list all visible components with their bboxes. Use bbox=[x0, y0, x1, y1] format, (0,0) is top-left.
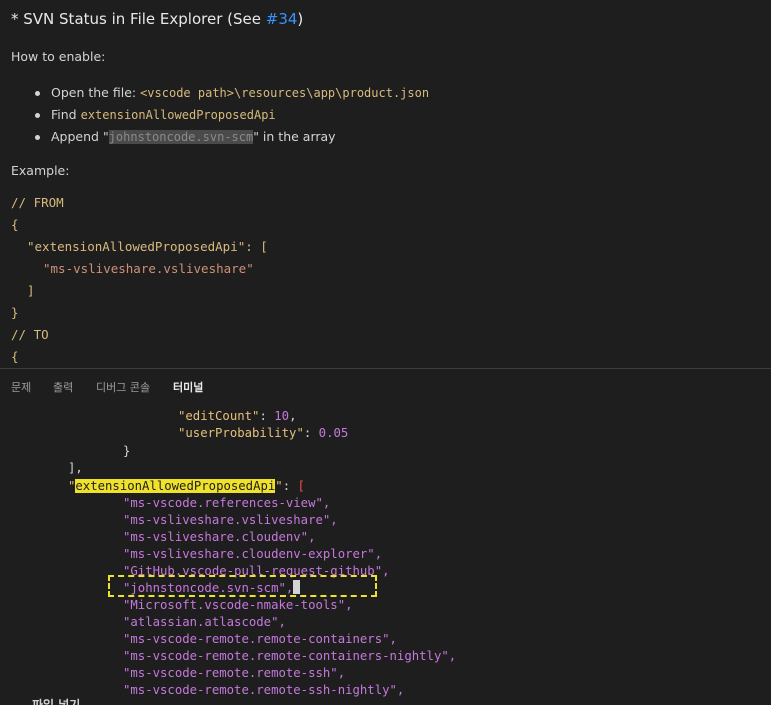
annotation-box bbox=[108, 575, 377, 597]
terminal-line: "extensionAllowedProposedApi": [ bbox=[68, 479, 305, 493]
terminal-line: "userProbability": 0.05 bbox=[178, 426, 349, 440]
code-close-bracket: ] bbox=[27, 283, 35, 298]
list-item: Find extensionAllowedProposedApi bbox=[0, 104, 429, 126]
code-open-brace: { bbox=[11, 217, 19, 232]
inline-code-selected: johnstoncode.svn-scm bbox=[108, 130, 254, 144]
list-item: Append "johnstoncode.svn-scm" in the arr… bbox=[0, 126, 429, 148]
list-item: "ms-vsliveshare.vsliveshare", bbox=[123, 513, 338, 527]
inline-code: extensionAllowedProposedApi bbox=[80, 108, 276, 122]
terminal-line: } bbox=[123, 444, 131, 458]
list-item: "ms-vscode-remote.remote-containers-nigh… bbox=[123, 649, 457, 663]
code-key-line: "extensionAllowedProposedApi": [ bbox=[27, 239, 268, 254]
list-item: "ms-vscode-remote.remote-ssh", bbox=[123, 666, 346, 680]
list-item: "ms-vsliveshare.cloudenv-explorer", bbox=[123, 547, 383, 561]
list-item: "Microsoft.vscode-nmake-tools", bbox=[123, 598, 353, 612]
step-text: Open the file: bbox=[51, 85, 141, 100]
search-highlight: extensionAllowedProposedApi bbox=[75, 479, 276, 493]
json-key: "userProbability" bbox=[178, 426, 304, 440]
list-item: "ms-vscode.references-view", bbox=[123, 496, 331, 510]
example-label: Example: bbox=[11, 163, 70, 178]
tab-output[interactable]: 출력 bbox=[53, 379, 73, 395]
terminal-line: ], bbox=[68, 461, 83, 475]
how-to-enable-label: How to enable: bbox=[11, 49, 106, 64]
inline-code: <vscode path>\resources\app\product.json bbox=[140, 86, 430, 100]
tab-debug-console[interactable]: 디버그 콘솔 bbox=[96, 379, 150, 395]
code-open-brace-2: { bbox=[11, 349, 19, 364]
code-value-line: "ms-vsliveshare.vsliveshare" bbox=[43, 261, 254, 276]
panel-tabs: 문제 출력 디버그 콘솔 터미널 bbox=[0, 369, 771, 403]
step-text: Find bbox=[51, 107, 81, 122]
list-item: "ms-vsliveshare.cloudenv", bbox=[123, 530, 316, 544]
tab-problems[interactable]: 문제 bbox=[11, 379, 31, 395]
markdown-preview: * SVN Status in File Explorer (See #34) … bbox=[0, 0, 771, 368]
heading-suffix: ) bbox=[297, 10, 304, 28]
json-number: 0.05 bbox=[318, 426, 349, 440]
list-item: Open the file: <vscode path>\resources\a… bbox=[0, 82, 429, 104]
heading-text: * SVN Status in File Explorer (See bbox=[11, 10, 266, 28]
tab-terminal[interactable]: 터미널 bbox=[173, 379, 203, 395]
terminal-line: "editCount": 10, bbox=[178, 409, 297, 423]
code-close-brace: } bbox=[11, 305, 19, 320]
step-text-after: " in the array bbox=[253, 129, 336, 144]
bottom-panel: 문제 출력 디버그 콘솔 터미널 "editCount": 10, "userP… bbox=[0, 368, 771, 705]
code-comment-from: // FROM bbox=[11, 195, 64, 210]
list-item: "atlassian.atlascode", bbox=[123, 615, 286, 629]
json-bracket: [ bbox=[297, 479, 305, 493]
list-item: "ms-vscode-remote.remote-containers", bbox=[123, 632, 397, 646]
issue-link[interactable]: #34 bbox=[266, 10, 298, 28]
json-key: "editCount" bbox=[178, 409, 260, 423]
list-item: "ms-vscode-remote.remote-ssh-nightly", bbox=[123, 683, 405, 697]
step-text: Append " bbox=[51, 129, 109, 144]
steps-list: Open the file: <vscode path>\resources\a… bbox=[0, 82, 429, 148]
section-heading: * SVN Status in File Explorer (See #34) bbox=[11, 10, 303, 28]
code-comment-to: // TO bbox=[11, 327, 49, 342]
json-number: 10 bbox=[274, 409, 290, 423]
